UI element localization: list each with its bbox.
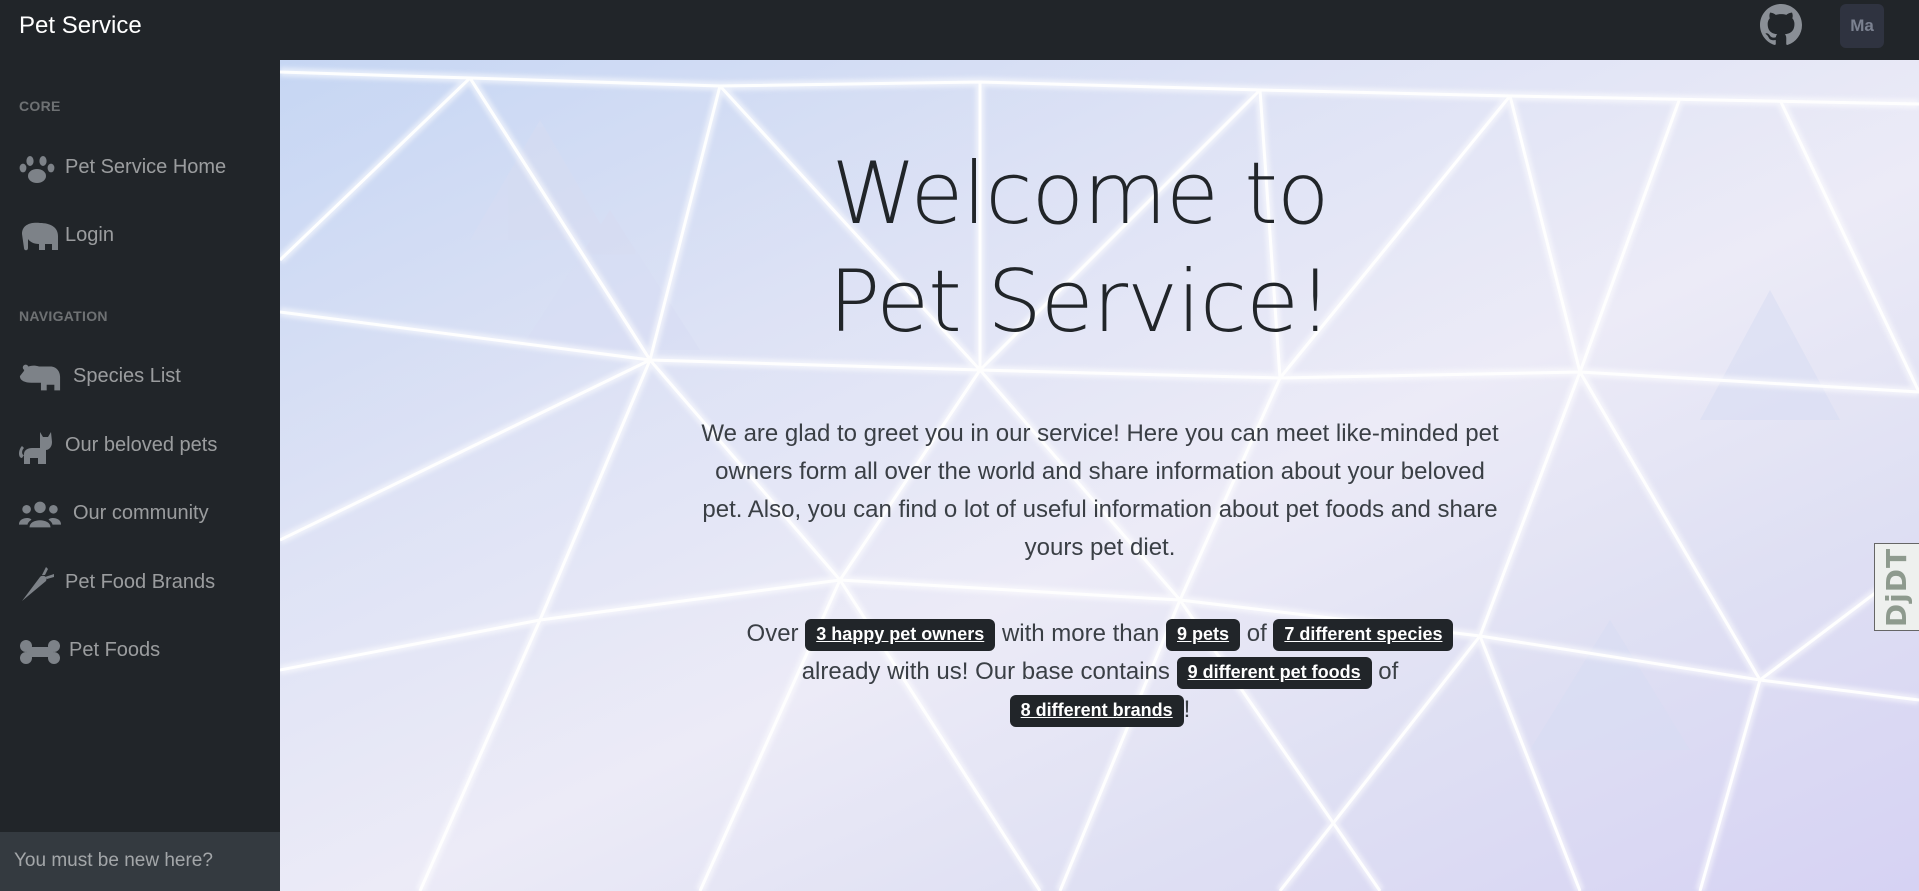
top-navbar: Pet Service Ma	[0, 0, 1919, 60]
avatar[interactable]: Ma	[1840, 4, 1884, 48]
elephant-icon	[18, 220, 62, 254]
sidebar-item-login[interactable]: Login	[0, 210, 280, 260]
main-content: Welcome to Pet Service! We are glad to g…	[280, 60, 1919, 891]
stats-text: with more than	[1001, 620, 1160, 647]
bone-icon	[18, 635, 62, 669]
sidebar-item-label: Login	[65, 223, 114, 246]
users-icon	[18, 498, 62, 532]
carrot-icon	[18, 567, 62, 601]
github-icon[interactable]	[1760, 4, 1802, 46]
brand-link[interactable]: Pet Service	[19, 12, 142, 40]
sidebar-item-label: Pet Service Home	[65, 155, 227, 178]
debug-toolbar-handle[interactable]: DjDT	[1874, 543, 1919, 631]
sidebar-item-pet-foods[interactable]: Pet Foods	[0, 625, 280, 675]
sidebar: CORE Pet Service Home Login NAVIGATION S…	[0, 60, 280, 891]
paw-icon	[18, 152, 62, 186]
sidebar-heading-core: CORE	[19, 98, 61, 114]
sidebar-item-label: Our community	[73, 501, 209, 524]
sidebar-item-label: Pet Food Brands	[65, 570, 216, 593]
sidebar-item-label: Pet Foods	[69, 638, 161, 661]
intro-paragraph: We are glad to greet you in our service!…	[701, 420, 1499, 561]
stats-text: Over	[746, 620, 799, 647]
stats-text: !	[1183, 696, 1191, 723]
stats-paragraph: Over 3 happy pet owners with more than 9…	[700, 615, 1500, 729]
sidebar-heading-navigation: NAVIGATION	[19, 308, 108, 324]
owners-count-link[interactable]: 3 happy pet owners	[805, 619, 996, 651]
sidebar-item-pets[interactable]: Our beloved pets	[0, 420, 280, 470]
sidebar-item-label: Our beloved pets	[65, 433, 218, 456]
sidebar-item-species[interactable]: Species List	[0, 351, 280, 401]
sidebar-item-food-brands[interactable]: Pet Food Brands	[0, 557, 280, 607]
sidebar-item-community[interactable]: Our community	[0, 488, 280, 538]
sidebar-item-home[interactable]: Pet Service Home	[0, 142, 280, 192]
brands-count-link[interactable]: 8 different brands	[1009, 695, 1184, 727]
pets-count-link[interactable]: 9 pets	[1166, 619, 1241, 651]
sidebar-footer: You must be new here?	[0, 832, 280, 891]
stats-text: already with us! Our base contains	[801, 658, 1170, 685]
cat-icon	[18, 430, 62, 464]
stats-text: of	[1378, 658, 1399, 685]
sidebar-item-label: Species List	[73, 364, 181, 387]
species-count-link[interactable]: 7 different species	[1273, 619, 1454, 651]
debug-toolbar-label: DjDT	[1880, 547, 1914, 627]
stats-text: of	[1246, 620, 1267, 647]
hippo-icon	[18, 361, 62, 395]
page-title: Welcome to Pet Service!	[828, 144, 1332, 352]
foods-count-link[interactable]: 9 different pet foods	[1176, 657, 1372, 689]
